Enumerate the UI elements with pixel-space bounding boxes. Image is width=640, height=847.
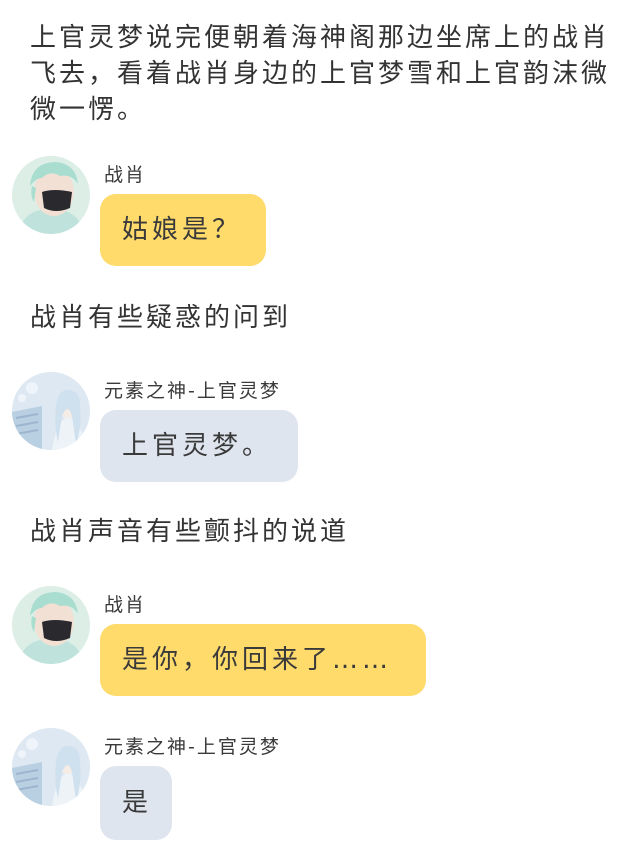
message-bubble: 上官灵梦。	[100, 410, 298, 482]
narration-text: 上官灵梦说完便朝着海神阁那边坐席上的战肖飞去，看着战肖身边的上官梦雪和上官韵沫微…	[30, 23, 611, 125]
boy-mask-avatar[interactable]	[12, 156, 90, 234]
narration-text: 战肖声音有些颤抖的说道	[30, 517, 350, 547]
message-bubble: 是你，你回来了……	[100, 624, 426, 696]
message-bubble: 是	[100, 766, 172, 840]
sender-name: 战肖	[104, 594, 147, 616]
anime-girl-avatar[interactable]	[12, 372, 90, 450]
narration-text: 战肖有些疑惑的问到	[30, 303, 292, 333]
sender-name: 元素之神-上官灵梦	[104, 736, 281, 758]
message-bubble: 姑娘是？	[100, 194, 266, 266]
sender-name: 战肖	[104, 164, 147, 186]
boy-mask-avatar[interactable]	[12, 586, 90, 664]
sender-name: 元素之神-上官灵梦	[104, 380, 281, 402]
anime-girl-avatar[interactable]	[12, 728, 90, 806]
